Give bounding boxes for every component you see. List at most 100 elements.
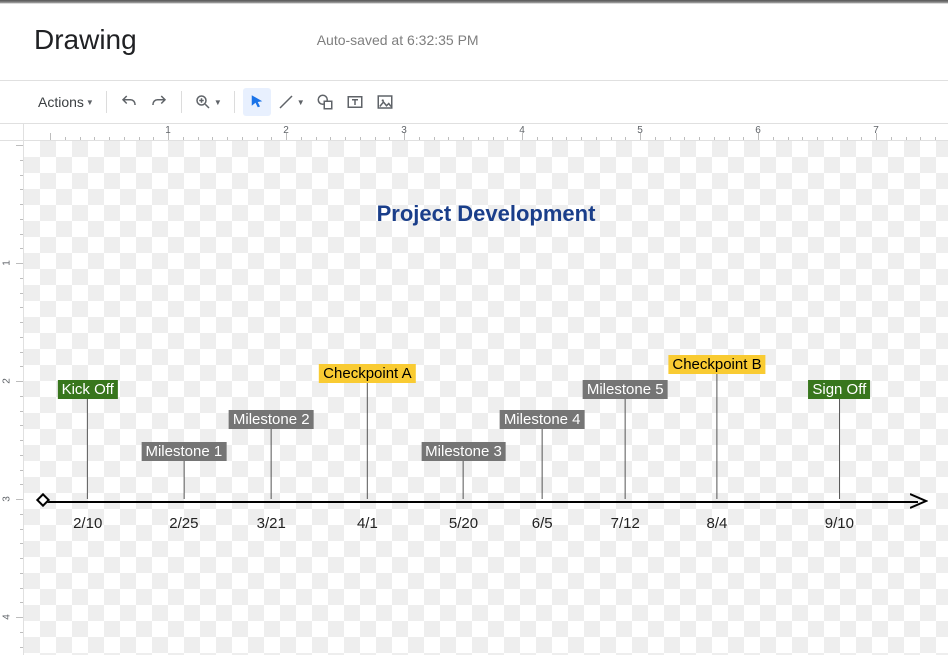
ruler-tick xyxy=(271,137,272,140)
event-date[interactable]: 8/4 xyxy=(707,515,728,532)
timeline-event[interactable]: Milestone 3 xyxy=(421,442,506,499)
event-date[interactable]: 9/10 xyxy=(825,515,854,532)
event-stem[interactable] xyxy=(625,399,626,499)
zoom-icon xyxy=(194,93,212,111)
ruler-tick xyxy=(50,133,51,140)
redo-icon xyxy=(150,93,168,111)
ruler-tick xyxy=(596,137,597,140)
ruler-tick xyxy=(714,137,715,140)
ruler-number: 4 xyxy=(519,125,525,136)
ruler-tick xyxy=(625,137,626,140)
ruler-tick xyxy=(20,440,23,441)
event-date[interactable]: 3/21 xyxy=(257,515,286,532)
textbox-tool-button[interactable] xyxy=(341,88,369,116)
ruler-tick xyxy=(20,219,23,220)
event-label[interactable]: Milestone 5 xyxy=(583,380,668,399)
event-label[interactable]: Milestone 2 xyxy=(229,410,314,429)
ruler-tick xyxy=(935,137,936,140)
ruler-tick xyxy=(20,322,23,323)
ruler-tick xyxy=(20,337,23,338)
ruler-tick xyxy=(611,137,612,140)
timeline-event[interactable]: Milestone 4 xyxy=(500,410,585,499)
event-label[interactable]: Milestone 1 xyxy=(141,442,226,461)
ruler-tick xyxy=(20,455,23,456)
drawing-canvas[interactable]: Project Development Kick Off 2/10 Mileston… xyxy=(24,141,948,655)
event-stem[interactable] xyxy=(839,399,840,499)
ruler-tick xyxy=(20,602,23,603)
chevron-down-icon: ▼ xyxy=(297,98,305,107)
toolbar-separator xyxy=(234,91,235,113)
ruler-tick xyxy=(920,137,921,140)
textbox-icon xyxy=(346,93,364,111)
ruler-tick xyxy=(16,617,23,618)
event-date[interactable]: 7/12 xyxy=(611,515,640,532)
drawing-title[interactable]: Project Development xyxy=(24,201,948,227)
event-label[interactable]: Milestone 4 xyxy=(500,410,585,429)
event-stem[interactable] xyxy=(183,461,184,499)
event-date[interactable]: 2/10 xyxy=(73,515,102,532)
event-date[interactable]: 5/20 xyxy=(449,515,478,532)
event-label[interactable]: Milestone 3 xyxy=(421,442,506,461)
event-date[interactable]: 2/25 xyxy=(169,515,198,532)
ruler-tick xyxy=(20,278,23,279)
ruler-number: 2 xyxy=(1,378,12,384)
ruler-tick xyxy=(20,470,23,471)
event-label[interactable]: Sign Off xyxy=(808,380,870,399)
timeline-event[interactable]: Milestone 1 xyxy=(141,442,226,499)
ruler-tick xyxy=(537,137,538,140)
axis-start-diamond[interactable] xyxy=(36,493,50,507)
event-stem[interactable] xyxy=(716,374,717,499)
ruler-tick xyxy=(16,499,23,500)
event-date[interactable]: 6/5 xyxy=(532,515,553,532)
actions-menu-button[interactable]: Actions ▼ xyxy=(34,88,98,116)
ruler-tick xyxy=(109,137,110,140)
ruler-tick xyxy=(20,396,23,397)
ruler-tick xyxy=(389,137,390,140)
app-title: Drawing xyxy=(34,24,137,56)
event-date[interactable]: 4/1 xyxy=(357,515,378,532)
vertical-ruler[interactable]: 1234 xyxy=(0,141,24,655)
ruler-tick xyxy=(20,204,23,205)
image-tool-button[interactable] xyxy=(371,88,399,116)
ruler-tick xyxy=(20,307,23,308)
timeline-axis[interactable] xyxy=(44,501,918,503)
ruler-corner xyxy=(0,124,24,140)
timeline-event[interactable]: Milestone 5 xyxy=(583,380,668,499)
ruler-tick xyxy=(20,234,23,235)
ruler-tick xyxy=(65,137,66,140)
ruler-tick xyxy=(16,381,23,382)
event-stem[interactable] xyxy=(542,429,543,499)
event-label[interactable]: Kick Off xyxy=(58,380,118,399)
ruler-tick xyxy=(16,145,23,146)
event-label[interactable]: Checkpoint B xyxy=(668,355,765,374)
shape-tool-button[interactable] xyxy=(311,88,339,116)
timeline-event[interactable]: Kick Off xyxy=(58,380,118,499)
timeline-event[interactable]: Milestone 2 xyxy=(229,410,314,499)
ruler-tick xyxy=(566,137,567,140)
ruler-number: 1 xyxy=(165,125,171,136)
event-stem[interactable] xyxy=(463,461,464,499)
ruler-tick xyxy=(301,137,302,140)
event-label[interactable]: Checkpoint A xyxy=(319,364,415,383)
ruler-tick xyxy=(434,137,435,140)
event-stem[interactable] xyxy=(87,399,88,499)
axis-end-arrow[interactable] xyxy=(910,493,928,509)
timeline-event[interactable]: Checkpoint A xyxy=(319,364,415,499)
undo-button[interactable] xyxy=(115,88,143,116)
zoom-button[interactable]: ▼ xyxy=(190,88,226,116)
ruler-number: 3 xyxy=(401,125,407,136)
timeline-event[interactable]: Checkpoint B xyxy=(668,355,765,499)
toolbar-separator xyxy=(181,91,182,113)
line-tool-button[interactable]: ▼ xyxy=(273,88,309,116)
ruler-number: 3 xyxy=(1,496,12,502)
event-stem[interactable] xyxy=(367,383,368,499)
ruler-tick xyxy=(20,514,23,515)
redo-button[interactable] xyxy=(145,88,173,116)
ruler-tick xyxy=(94,137,95,140)
select-tool-button[interactable] xyxy=(243,88,271,116)
ruler-number: 6 xyxy=(755,125,761,136)
timeline-event[interactable]: Sign Off xyxy=(808,380,870,499)
ruler-tick xyxy=(493,137,494,140)
horizontal-ruler[interactable]: 1234567 xyxy=(24,124,948,140)
event-stem[interactable] xyxy=(271,429,272,499)
